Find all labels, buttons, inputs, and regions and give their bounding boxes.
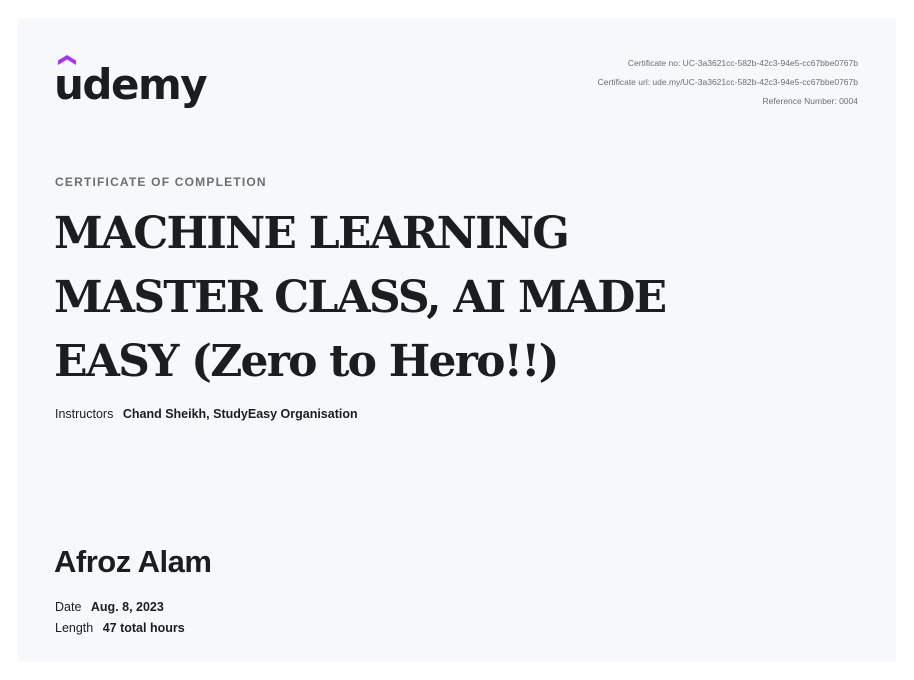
certificate-meta: Certificate no: UC-3a3621cc-582b-42c3-94…: [598, 54, 858, 111]
date-value: Aug. 8, 2023: [90, 600, 164, 614]
certificate-number: Certificate no: UC-3a3621cc-582b-42c3-94…: [627, 58, 858, 68]
date-label: Date: [55, 600, 82, 614]
course-title-line: EASY (Zero to Hero!!): [54, 336, 560, 387]
reference-number: Reference Number: 0004: [762, 96, 858, 106]
udemy-logo: udemy: [54, 52, 214, 114]
date-row: Date Aug. 8, 2023: [55, 600, 164, 614]
course-title: MACHINE LEARNING MASTER CLASS, AI MADE E…: [54, 202, 834, 394]
certificate-kicker: CERTIFICATE OF COMPLETION: [55, 175, 267, 189]
recipient-name: Afroz Alam: [54, 544, 212, 579]
instructors-names: Chand Sheikh, StudyEasy Organisation: [122, 407, 358, 421]
course-title-line: MASTER CLASS, AI MADE: [54, 272, 667, 323]
length-label: Length: [55, 621, 94, 635]
instructors-label: Instructors: [55, 407, 114, 421]
length-value: 47 total hours: [102, 621, 185, 635]
length-row: Length 47 total hours: [55, 621, 185, 635]
certificate-url[interactable]: Certificate url: ude.my/UC-3a3621cc-582b…: [598, 73, 858, 92]
course-title-line: MACHINE LEARNING: [54, 208, 570, 259]
instructors-row: Instructors Chand Sheikh, StudyEasy Orga…: [55, 407, 358, 421]
certificate: udemy Certificate no: UC-3a3621cc-582b-4…: [18, 18, 896, 662]
logo-wordmark: udemy: [54, 60, 208, 109]
